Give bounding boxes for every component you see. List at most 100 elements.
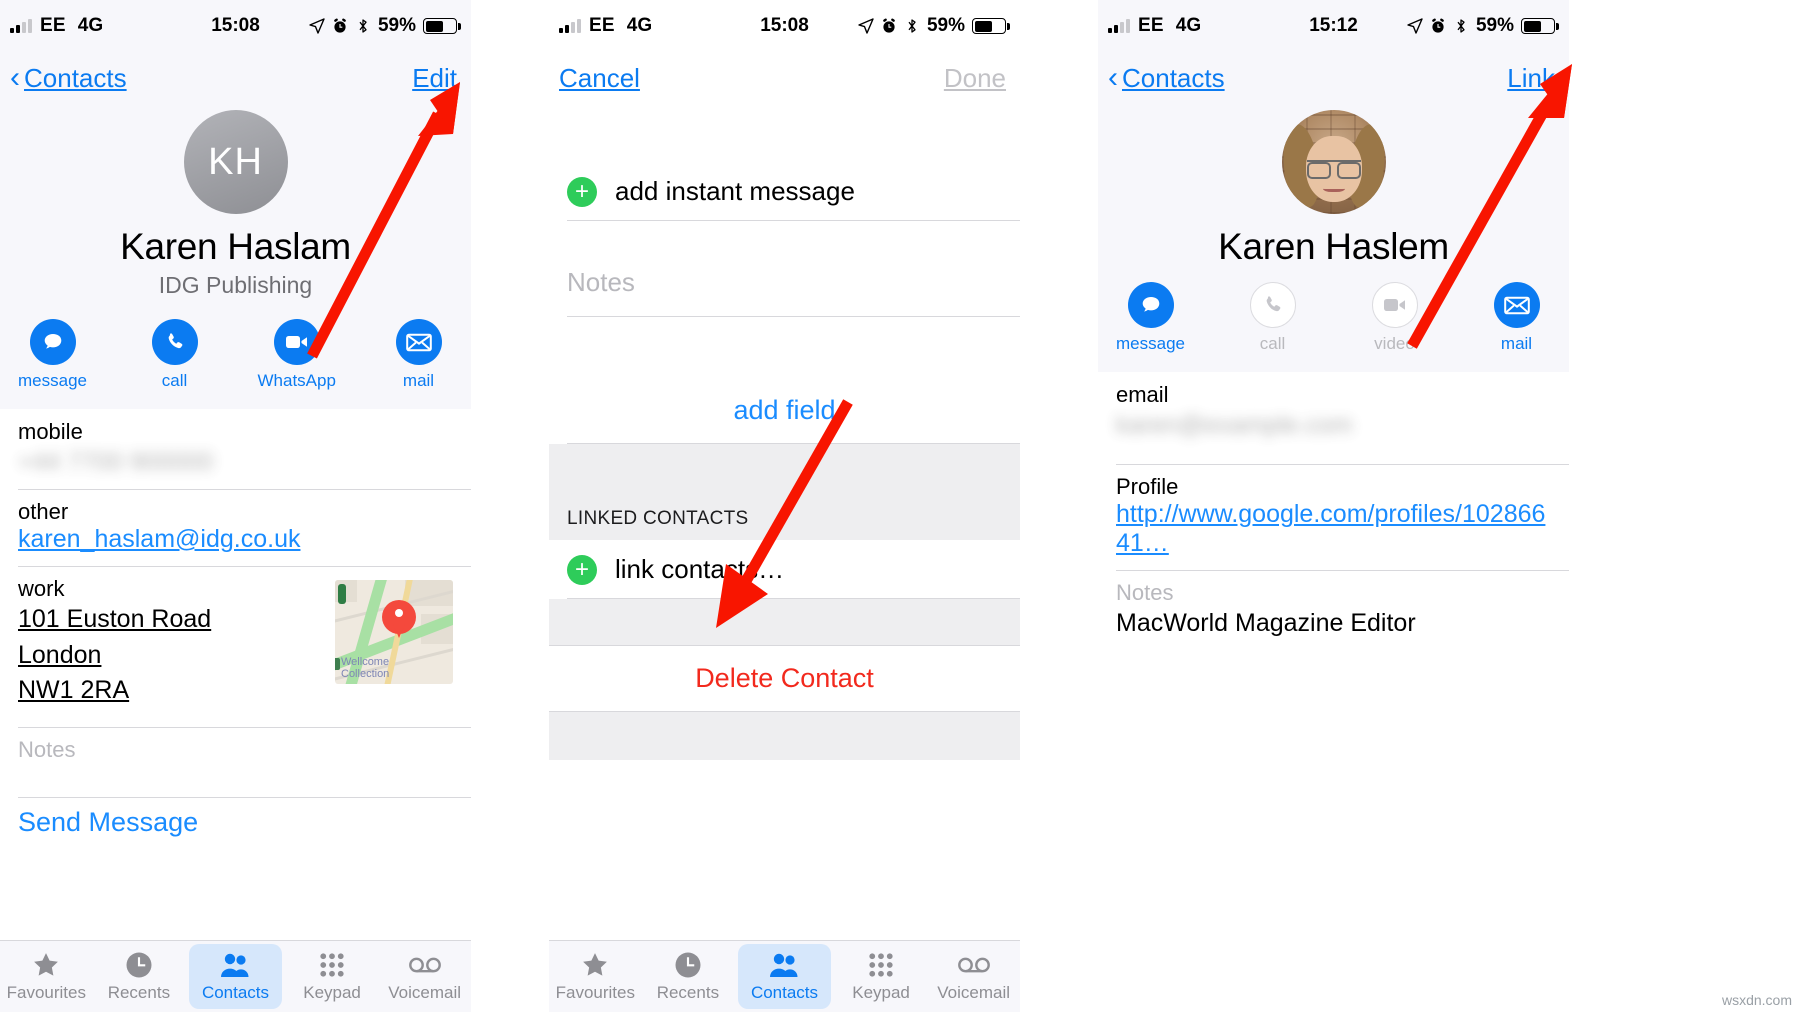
add-instant-message-row[interactable]: + add instant message (549, 162, 1020, 221)
field-mobile-label: mobile (18, 419, 83, 444)
map-thumbnail[interactable]: Wellcome Collection (335, 580, 453, 684)
action-message-label: message (18, 371, 87, 390)
contact-fields: mobile +44 7700 900000 other karen_hasla… (0, 409, 471, 838)
tab-keypad[interactable]: Keypad (835, 944, 928, 1009)
park-marker-icon (338, 584, 346, 604)
tab-keypad[interactable]: Keypad (286, 944, 379, 1009)
status-right: 59% (1407, 15, 1559, 37)
bluetooth-icon (908, 19, 916, 33)
phone-screen-linked-contact: EE 4G 15:12 59% ‹ Contacts Link Karen Ha… (1098, 0, 1569, 1012)
section-gap-2 (549, 599, 1020, 645)
nav-bar: ‹ Contacts Edit (0, 52, 471, 104)
action-message[interactable]: message (14, 319, 92, 391)
field-other-value[interactable]: karen_haslam@idg.co.uk (18, 525, 453, 554)
status-left: EE 4G (10, 15, 103, 37)
tab-keypad-label: Keypad (303, 983, 361, 1002)
watermark: wsxdn.com (1721, 992, 1792, 1008)
battery-percent-label: 59% (1475, 15, 1514, 36)
action-call[interactable]: call (136, 319, 214, 391)
action-mail[interactable]: mail (1478, 282, 1556, 354)
field-notes[interactable]: Notes MacWorld Magazine Editor (1098, 570, 1569, 660)
phone-screen-contact-view: EE 4G 15:08 59% ‹ Contacts Edit KH Karen… (0, 0, 471, 1012)
add-instant-message-label: add instant message (615, 176, 855, 206)
action-whatsapp[interactable]: WhatsApp (258, 319, 336, 391)
back-to-contacts-button[interactable]: ‹ Contacts (10, 63, 127, 94)
tab-keypad-label: Keypad (852, 983, 910, 1002)
mail-icon (1493, 282, 1540, 328)
contact-header: Karen Haslem message call video mail (1098, 104, 1569, 372)
message-icon (29, 319, 76, 365)
field-email[interactable]: email karen@example.com (1098, 372, 1569, 464)
map-poi-label: Wellcome Collection (341, 655, 390, 680)
action-mail[interactable]: mail (380, 319, 458, 391)
cancel-button[interactable]: Cancel (559, 63, 640, 94)
bluetooth-icon (359, 19, 367, 33)
action-whatsapp-label: WhatsApp (257, 371, 336, 390)
tab-voicemail[interactable]: Voicemail (378, 944, 471, 1009)
add-field-button[interactable]: add field (549, 377, 1020, 444)
voicemail-icon (378, 948, 471, 982)
action-mail-label: mail (1500, 334, 1533, 353)
status-left: EE 4G (1108, 15, 1201, 37)
mail-icon (395, 319, 442, 365)
voicemail-icon (927, 948, 1020, 982)
network-label: 4G (626, 15, 653, 36)
contact-header: KH Karen Haslam IDG Publishing message c… (0, 104, 471, 409)
tab-bar: Favourites Recents Contacts Keypad Voice… (549, 940, 1020, 1012)
tab-contacts[interactable]: Contacts (189, 944, 282, 1009)
star-icon (0, 948, 93, 982)
notes-placeholder: Notes (567, 267, 635, 297)
contact-organisation: IDG Publishing (158, 272, 313, 298)
tab-favourites[interactable]: Favourites (549, 944, 642, 1009)
field-profile[interactable]: Profile http://www.google.com/profiles/1… (1098, 464, 1569, 570)
back-to-contacts-button[interactable]: ‹ Contacts (1108, 63, 1225, 94)
edit-button[interactable]: Edit (412, 63, 457, 94)
action-video-label: video (1374, 334, 1415, 353)
field-notes[interactable]: Notes (0, 726, 471, 797)
status-bar: EE 4G 15:12 59% (1098, 0, 1569, 52)
send-message-button[interactable]: Send Message (0, 796, 471, 838)
delete-contact-button[interactable]: Delete Contact (549, 645, 1020, 712)
link-contacts-row[interactable]: + link contacts… (549, 540, 1020, 599)
location-arrow-icon (1407, 18, 1423, 34)
signal-bars-icon (1108, 19, 1130, 33)
nav-bar: Cancel Done (549, 52, 1020, 104)
alarm-clock-icon (1432, 18, 1444, 33)
field-notes-label: Notes (18, 736, 76, 762)
action-video[interactable]: video (1356, 282, 1434, 354)
screenshot-stage: EE 4G 15:08 59% ‹ Contacts Edit KH Karen… (0, 0, 1800, 1012)
field-work-address[interactable]: work 101 Euston Road London NW1 2RA Wellco… (0, 566, 471, 727)
done-button[interactable]: Done (944, 63, 1006, 94)
tab-recents-label: Recents (107, 983, 171, 1002)
status-right: 59% (858, 15, 1010, 37)
signal-bars-icon (559, 19, 581, 33)
status-right: 59% (309, 15, 461, 37)
tab-recents[interactable]: Recents (642, 944, 735, 1009)
tab-favourites-label: Favourites (6, 983, 86, 1002)
tab-recents-label: Recents (656, 983, 720, 1002)
action-message[interactable]: message (1112, 282, 1190, 354)
avatar-initials: KH (208, 140, 263, 183)
tab-contacts-label: Contacts (201, 983, 270, 1002)
section-gap (549, 444, 1020, 490)
notes-field[interactable]: Notes (549, 221, 1020, 317)
field-email-label: email (1116, 382, 1169, 407)
battery-icon (423, 18, 461, 34)
status-bar: EE 4G 15:08 59% (0, 0, 471, 52)
tab-contacts[interactable]: Contacts (738, 944, 831, 1009)
link-button[interactable]: Link (1507, 63, 1555, 94)
action-call[interactable]: call (1234, 282, 1312, 354)
field-profile-value[interactable]: http://www.google.com/profiles/10286641… (1116, 500, 1551, 558)
field-mobile[interactable]: mobile +44 7700 900000 (0, 409, 471, 489)
linked-contacts-header: LINKED CONTACTS (549, 490, 1020, 540)
carrier-label: EE (1138, 15, 1164, 36)
field-other-email[interactable]: other karen_haslam@idg.co.uk (0, 489, 471, 566)
battery-icon (972, 18, 1010, 34)
tab-recents[interactable]: Recents (93, 944, 186, 1009)
link-contacts-label: link contacts… (615, 554, 785, 584)
field-email-value: karen@example.com (1116, 411, 1353, 439)
tab-voicemail[interactable]: Voicemail (927, 944, 1020, 1009)
phone-icon (151, 319, 198, 365)
tab-favourites[interactable]: Favourites (0, 944, 93, 1009)
tab-voicemail-label: Voicemail (388, 983, 462, 1002)
